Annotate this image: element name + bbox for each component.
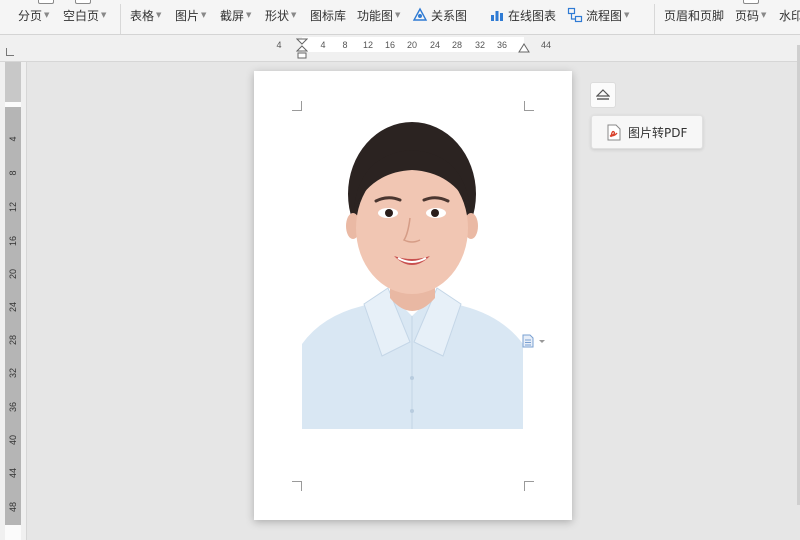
right-indent-marker[interactable] xyxy=(518,43,530,55)
chevron-down-icon: ▼ xyxy=(156,11,162,19)
page-break-icon xyxy=(38,0,54,4)
document-page[interactable] xyxy=(254,71,572,520)
blank-page-icon xyxy=(75,0,91,4)
ruler-tick: 24 xyxy=(429,40,441,50)
ruler-tick: 8 xyxy=(8,170,18,176)
table-button[interactable]: 表格 ▼ xyxy=(130,0,161,30)
page-number-button[interactable]: 页码 ▼ xyxy=(735,0,766,30)
margin-corner-mark xyxy=(292,481,302,491)
chevron-down-icon: ▼ xyxy=(291,11,297,19)
ruler-tick: 4 xyxy=(8,136,18,142)
page-break-label: 分页 xyxy=(18,8,43,23)
ruler-tick: 16 xyxy=(8,236,18,247)
icon-library-label: 图标库 xyxy=(310,8,347,23)
function-diagram-button[interactable]: 功能图 ▼ xyxy=(357,0,400,30)
chevron-down-icon: ▼ xyxy=(201,11,207,19)
header-footer-label: 页眉和页脚 xyxy=(664,8,725,23)
indent-marker[interactable] xyxy=(296,38,308,60)
online-chart-icon xyxy=(491,11,503,21)
chevron-down-icon: ▼ xyxy=(761,11,767,19)
page-break-button[interactable]: 分页 ▼ xyxy=(18,0,54,30)
ruler-tick: 32 xyxy=(8,368,18,379)
ruler-top-margin xyxy=(5,62,21,102)
flowchart-button[interactable]: 流程图 ▼ xyxy=(567,0,629,30)
page-number-label: 页码 xyxy=(735,8,760,23)
chevron-down-icon: ▼ xyxy=(246,11,252,19)
ruler-tick: 36 xyxy=(496,40,508,50)
layout-options-icon[interactable] xyxy=(522,334,548,348)
relation-diagram-button[interactable]: 关系图 xyxy=(412,0,467,30)
picture-button[interactable]: 图片 ▼ xyxy=(175,0,206,30)
picture-label: 图片 xyxy=(175,8,200,23)
online-chart-label: 在线图表 xyxy=(508,8,557,23)
ruler-tick: 48 xyxy=(8,502,18,513)
blank-page-label: 空白页 xyxy=(63,8,100,23)
ruler-tick: 28 xyxy=(8,335,18,346)
pdf-icon xyxy=(607,124,621,140)
image-to-pdf-label: 图片转PDF xyxy=(628,125,688,140)
ruler-tick: 4 xyxy=(276,40,282,50)
tab-stop-selector[interactable] xyxy=(6,48,14,56)
blank-page-button[interactable]: 空白页 ▼ xyxy=(63,0,106,30)
margin-corner-mark xyxy=(524,101,534,111)
icon-library-button[interactable]: 图标库 xyxy=(310,0,346,30)
ruler-tick: 40 xyxy=(8,435,18,446)
ruler-tick: 44 xyxy=(8,468,18,479)
shape-button[interactable]: 形状 ▼ xyxy=(265,0,296,30)
eject-icon xyxy=(596,89,610,100)
portrait-photo[interactable] xyxy=(302,116,523,429)
separator xyxy=(120,4,121,34)
ruler-tick: 12 xyxy=(362,40,374,50)
ruler-tick: 12 xyxy=(8,202,18,213)
collapse-panel-button[interactable] xyxy=(590,82,616,108)
screenshot-button[interactable]: 截屏 ▼ xyxy=(220,0,251,30)
ruler-tick: 28 xyxy=(451,40,463,50)
relation-diagram-label: 关系图 xyxy=(431,8,468,23)
vertical-ruler[interactable]: 4 8 12 16 20 24 28 32 36 40 44 48 xyxy=(0,62,27,540)
chevron-down-icon: ▼ xyxy=(624,11,630,19)
chevron-down-icon: ▼ xyxy=(395,11,401,19)
image-to-pdf-button[interactable]: 图片转PDF xyxy=(591,115,703,149)
ruler-tick: 36 xyxy=(8,402,18,413)
online-chart-button[interactable]: 在线图表 xyxy=(489,0,556,30)
ruler-tick: 20 xyxy=(8,269,18,280)
chevron-down-icon: ▼ xyxy=(44,11,50,19)
insert-toolbar: 分页 ▼ 空白页 ▼ 表格 ▼ 图片 ▼ 截屏 ▼ 形状 ▼ 图标库 功能图 ▼ 关系图 在线… xyxy=(0,0,800,35)
ruler-tick: 20 xyxy=(406,40,418,50)
ruler-tick: 8 xyxy=(342,40,348,50)
margin-corner-mark xyxy=(524,481,534,491)
page-number-icon xyxy=(743,0,759,4)
separator xyxy=(654,4,655,34)
header-footer-button[interactable]: 页眉和页脚 xyxy=(664,0,724,30)
watermark-label: 水印 xyxy=(779,8,800,23)
ruler-tick: 44 xyxy=(540,40,552,50)
ruler-tick: 32 xyxy=(474,40,486,50)
margin-corner-mark xyxy=(292,101,302,111)
horizontal-ruler[interactable]: 4 4 8 12 16 20 24 28 32 36 44 xyxy=(0,35,800,62)
screenshot-label: 截屏 xyxy=(220,8,245,23)
relation-diagram-icon xyxy=(412,7,428,21)
flowchart-label: 流程图 xyxy=(586,8,623,23)
ruler-tick: 24 xyxy=(8,302,18,313)
portrait-image xyxy=(302,122,523,429)
chevron-down-icon: ▼ xyxy=(101,11,107,19)
flowchart-icon xyxy=(567,7,583,23)
ruler-tick: 4 xyxy=(320,40,326,50)
shape-label: 形状 xyxy=(265,8,290,23)
ruler-tick: 16 xyxy=(384,40,396,50)
watermark-button[interactable]: 水印 xyxy=(779,0,800,30)
table-label: 表格 xyxy=(130,8,155,23)
function-diagram-label: 功能图 xyxy=(357,8,394,23)
